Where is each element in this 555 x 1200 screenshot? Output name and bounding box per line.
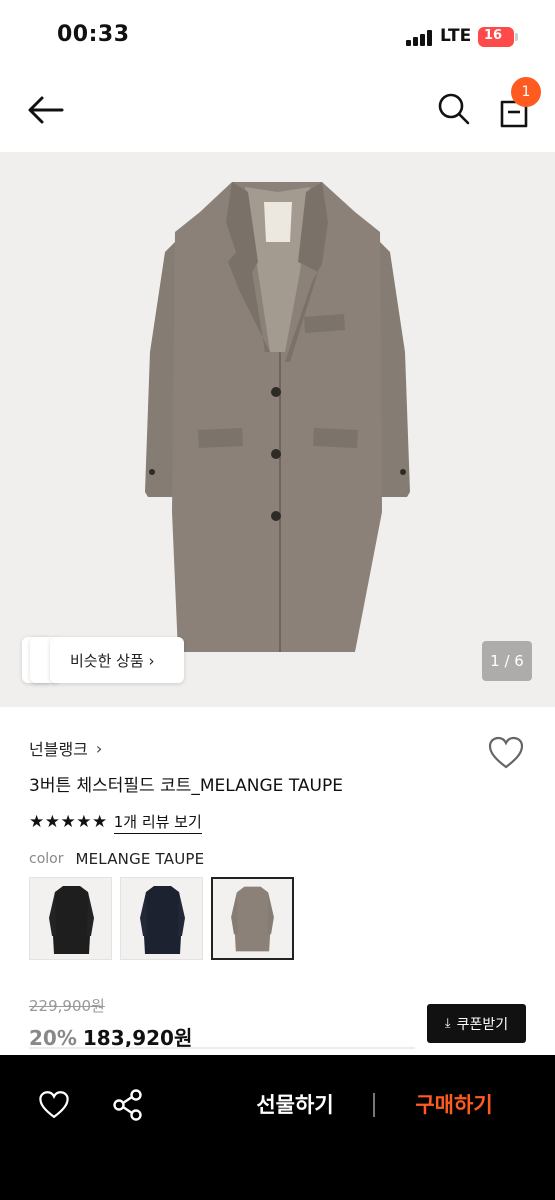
color-swatch-navy[interactable] bbox=[120, 877, 203, 960]
similar-products-label: 비슷한 상품 › bbox=[70, 652, 155, 670]
battery-level: 16 bbox=[483, 28, 503, 43]
app-header: 1 bbox=[0, 72, 555, 150]
cart-count-badge: 1 bbox=[511, 77, 541, 107]
share-button[interactable] bbox=[110, 1087, 146, 1123]
download-icon: ⤓ bbox=[444, 1016, 451, 1031]
divider bbox=[29, 1047, 415, 1049]
back-button[interactable] bbox=[26, 92, 66, 128]
review-link[interactable]: 1개 리뷰 보기 bbox=[113, 811, 202, 834]
color-swatch-black[interactable] bbox=[29, 877, 112, 960]
coupon-label: 쿠폰받기 bbox=[456, 1016, 509, 1033]
rating-row: ★★★★★ 1개 리뷰 보기 bbox=[29, 811, 202, 834]
battery-tip bbox=[515, 33, 518, 41]
bottom-action-bar: 선물하기 구매하기 bbox=[0, 1055, 555, 1200]
search-button[interactable] bbox=[436, 91, 472, 127]
chevron-right-icon: › bbox=[95, 738, 103, 758]
product-title: 3버튼 체스터필드 코트_MELANGE TAUPE bbox=[29, 776, 343, 796]
color-swatch-melange-taupe[interactable] bbox=[211, 877, 294, 960]
heart-icon bbox=[39, 1091, 69, 1119]
status-bar: 00:33 LTE 16 bbox=[0, 0, 555, 72]
share-icon bbox=[113, 1089, 142, 1121]
gift-button[interactable]: 선물하기 bbox=[239, 1088, 351, 1122]
color-value: MELANGE TAUPE bbox=[75, 850, 205, 868]
coupon-button[interactable]: ⤓ 쿠폰받기 bbox=[427, 1004, 526, 1043]
search-icon bbox=[438, 93, 470, 125]
network-label: LTE bbox=[440, 26, 472, 46]
coat-thumbnail-taupe bbox=[231, 886, 274, 952]
rating-stars: ★★★★★ bbox=[29, 812, 108, 832]
signal-icon bbox=[406, 30, 434, 46]
coat-thumbnail-black bbox=[49, 886, 94, 954]
battery-icon: 16 bbox=[478, 27, 518, 47]
wishlist-button[interactable] bbox=[486, 733, 526, 773]
coat-thumbnail-navy bbox=[140, 886, 185, 954]
bottom-wishlist-button[interactable] bbox=[37, 1088, 71, 1122]
color-row: color MELANGE TAUPE bbox=[29, 850, 204, 868]
image-page-indicator: 1 / 6 bbox=[482, 641, 532, 681]
buy-button[interactable]: 구매하기 bbox=[398, 1088, 510, 1122]
heart-icon bbox=[488, 736, 524, 769]
brand-name: 넌블랭크 bbox=[29, 740, 88, 759]
product-image-gallery[interactable]: 비슷한 상품 › 1 / 6 bbox=[0, 152, 555, 707]
brand-link[interactable]: 넌블랭크 › bbox=[29, 737, 103, 760]
coat-image bbox=[145, 182, 410, 652]
arrow-left-icon bbox=[28, 96, 64, 124]
similar-products-button[interactable]: 비슷한 상품 › bbox=[22, 637, 184, 683]
status-time: 00:33 bbox=[57, 22, 130, 47]
bar-separator bbox=[373, 1093, 375, 1117]
original-price: 229,900원 bbox=[29, 997, 105, 1015]
color-label: color bbox=[29, 851, 64, 867]
